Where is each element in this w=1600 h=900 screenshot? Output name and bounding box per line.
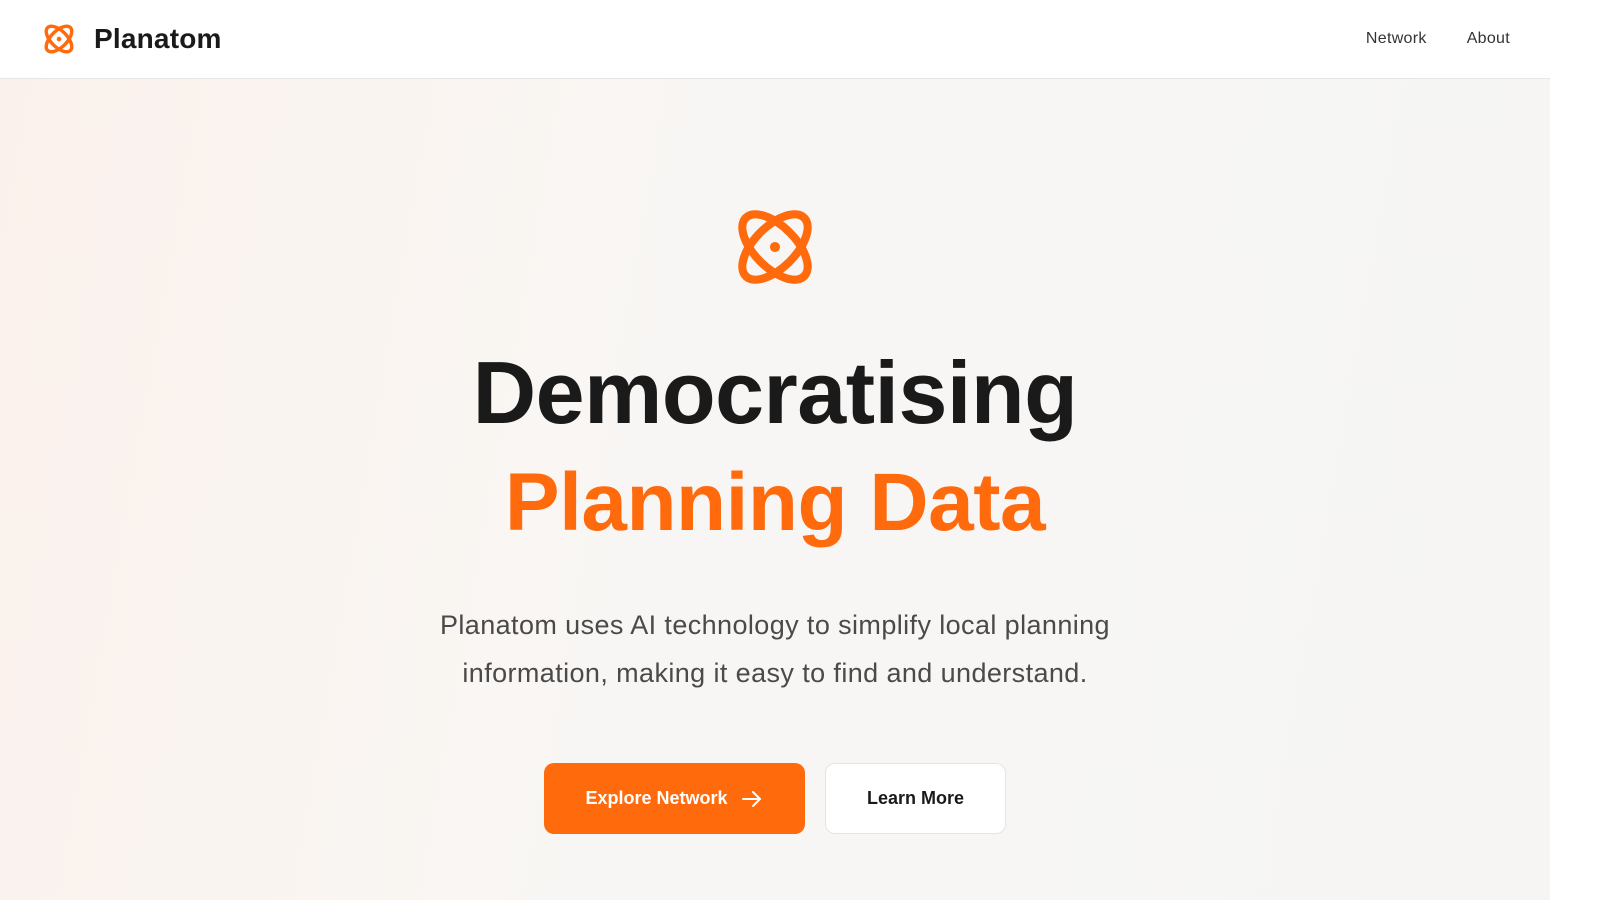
hero-title-line-2: Planning Data [504,457,1046,548]
scrollbar-track[interactable] [1550,0,1600,900]
hero-section: Democratising Planning Data Planatom use… [0,79,1550,900]
explore-network-button[interactable]: Explore Network [544,763,805,834]
arrow-right-icon [741,790,761,807]
hero-title-line-1: Democratising [472,343,1078,442]
cta-row: Explore Network Learn More [544,763,1006,834]
brand-link[interactable]: Planatom [40,20,222,58]
nav-link-network[interactable]: Network [1366,30,1427,48]
top-nav: Network About [1366,30,1510,48]
nav-link-about[interactable]: About [1467,30,1510,48]
atom-icon [738,210,812,284]
page: Planatom Network About Democratising Pla… [0,0,1600,900]
learn-more-button[interactable]: Learn More [825,763,1006,834]
hero-description: Planatom uses AI technology to simplify … [440,610,1110,688]
explore-network-label: Explore Network [585,788,728,808]
main-area: Planatom Network About Democratising Pla… [0,0,1550,900]
site-header: Planatom Network About [0,0,1550,79]
brand-name: Planatom [94,23,222,54]
atom-icon [44,24,74,54]
learn-more-label: Learn More [866,788,965,808]
